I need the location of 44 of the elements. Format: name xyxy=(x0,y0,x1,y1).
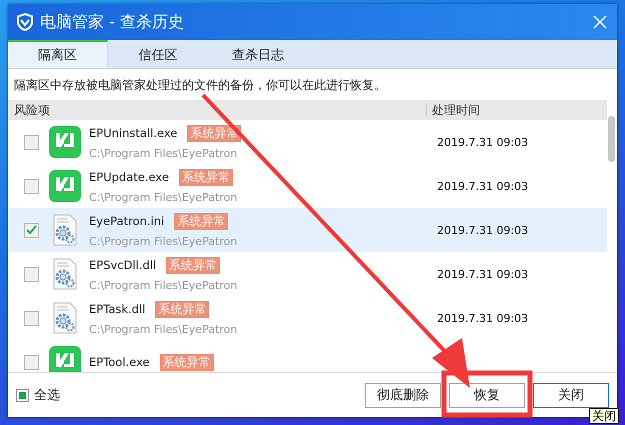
checkbox[interactable] xyxy=(24,266,39,282)
column-header: 风险项 xyxy=(14,102,50,116)
file-name: EPUninstall.exe xyxy=(89,126,178,140)
file-path: C:\Program Files\EyePatron xyxy=(89,234,238,248)
checkbox[interactable] xyxy=(24,310,39,326)
column-header: 处理时间 xyxy=(432,103,480,117)
checkbox[interactable] xyxy=(24,354,39,370)
close-icon[interactable] xyxy=(593,15,607,29)
tooltip: 关闭 xyxy=(589,408,619,424)
risk-tag: 系统异常 xyxy=(178,168,233,186)
file-path: C:\Program Files\EyePatron xyxy=(89,146,238,160)
file-name: EPUpdate.exe xyxy=(89,170,169,184)
risk-tag: 系统异常 xyxy=(166,256,220,274)
dialog-button[interactable]: 彻底删除 xyxy=(365,382,441,408)
dialog-button[interactable]: 恢复 xyxy=(449,382,525,408)
file-path: C:\Program Files\EyePatron xyxy=(89,322,238,336)
file-name: EPSvcDll.dll xyxy=(89,258,156,272)
process-time: 2019.7.31 09:03 xyxy=(437,180,528,192)
process-time: 2019.7.31 09:03 xyxy=(437,312,528,324)
tab[interactable]: 查杀日志 xyxy=(208,40,308,68)
select-all-checkbox[interactable] xyxy=(16,388,29,402)
file-row[interactable]: EyePatron.ini 系统异常 C:\Program Files\EyePatron 2019.7.31 09:03 xyxy=(8,208,607,252)
checkbox[interactable] xyxy=(24,134,39,150)
scrollbar-thumb[interactable] xyxy=(608,116,615,162)
file-name: EPTool.exe xyxy=(89,355,150,369)
risk-tag: 系统异常 xyxy=(160,354,214,370)
tab[interactable]: 隔离区 xyxy=(8,40,108,68)
file-path: C:\Program Files\EyePatron xyxy=(89,278,238,292)
description-text: 隔离区中存放被电脑管家处理过的文件的备份，你可以在此进行恢复。 xyxy=(13,77,387,94)
process-time: 2019.7.31 09:03 xyxy=(437,224,528,236)
risk-tag: 系统异常 xyxy=(174,212,228,230)
dialog-button[interactable]: 关闭 xyxy=(533,382,609,408)
file-name: EPTask.dll xyxy=(89,302,146,316)
tab[interactable]: 信任区 xyxy=(108,40,208,68)
process-time: 2019.7.31 09:03 xyxy=(437,268,528,280)
select-all-label[interactable]: 全选 xyxy=(34,386,60,404)
file-path: C:\Program Files\EyePatron xyxy=(89,190,238,204)
shield-icon xyxy=(16,13,34,31)
risk-tag: 系统异常 xyxy=(155,300,210,318)
checkbox[interactable] xyxy=(24,222,39,238)
window-title: 电脑管家 - 查杀历史 xyxy=(40,12,185,32)
process-time: 2019.7.31 09:03 xyxy=(437,136,528,148)
checkbox[interactable] xyxy=(24,178,39,194)
file-name: EyePatron.ini xyxy=(89,214,164,228)
